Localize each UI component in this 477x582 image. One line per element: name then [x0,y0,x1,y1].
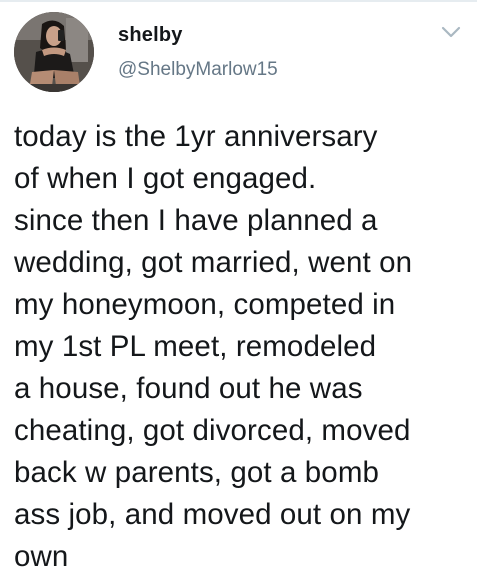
profile-photo-icon [14,12,94,92]
tweet-card: shelby @ShelbyMarlow15 today is the 1yr … [0,0,477,582]
avatar[interactable] [14,12,94,92]
user-handle[interactable]: @ShelbyMarlow15 [118,59,278,81]
chevron-down-icon[interactable] [440,24,462,40]
tweet-text: today is the 1yr anniversary of when I g… [14,120,413,573]
display-name[interactable]: shelby [118,24,183,47]
